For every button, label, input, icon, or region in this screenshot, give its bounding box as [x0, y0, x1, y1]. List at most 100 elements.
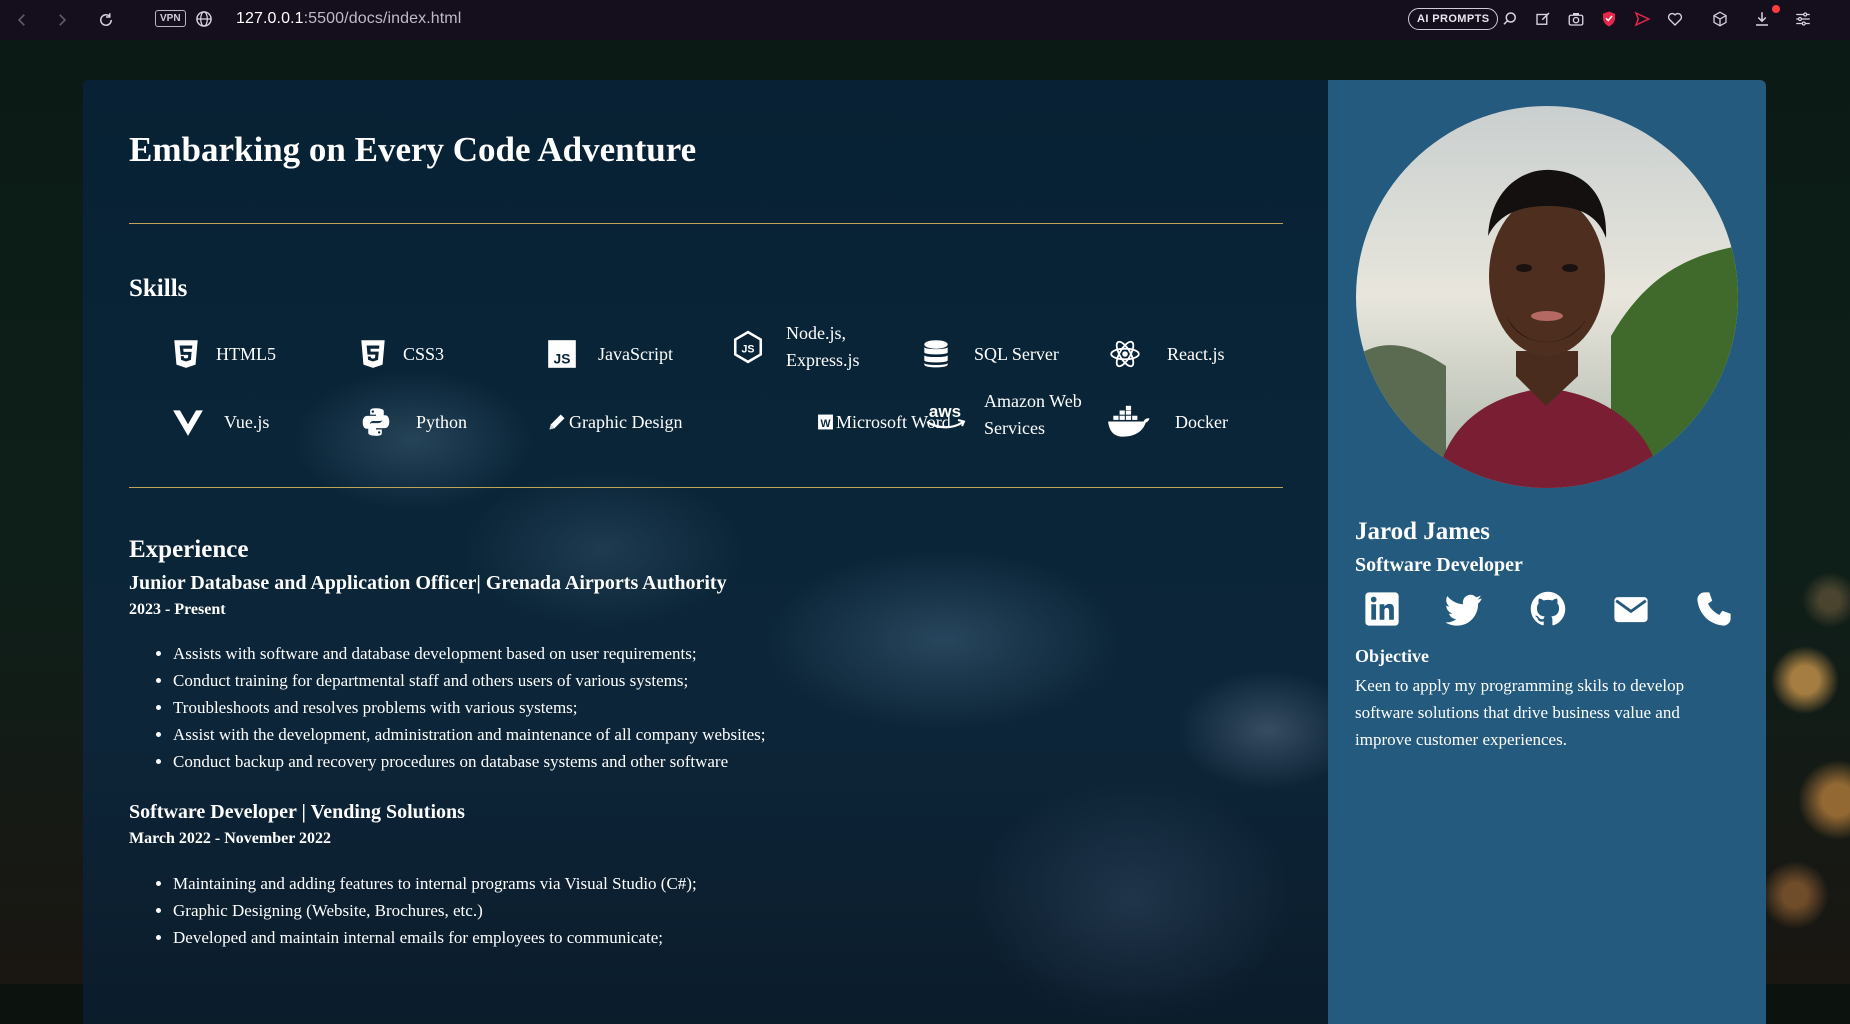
- skill-label: CSS3: [403, 343, 445, 364]
- main-column: Embarking on Every Code Adventure Skills…: [83, 80, 1328, 1024]
- skill-docker: Docker: [1105, 402, 1228, 442]
- job-duties: Assists with software and database devel…: [129, 640, 766, 775]
- skill-label: Vue.js: [224, 411, 270, 432]
- phone-icon: [1697, 592, 1731, 626]
- docker-icon: [1105, 402, 1153, 442]
- back-button[interactable]: [10, 8, 34, 32]
- word-icon: W: [816, 402, 834, 442]
- experience-heading: Experience: [129, 536, 249, 563]
- skill-label: Graphic Design: [569, 411, 683, 432]
- github-icon: [1530, 591, 1566, 626]
- react-icon: [1105, 334, 1145, 374]
- profile-name: Jarod James: [1355, 518, 1490, 545]
- objective-text: Keen to apply my programming skils to de…: [1355, 676, 1685, 749]
- edit-icon: [1536, 12, 1550, 25]
- browser-toolbar: VPN 127.0.0.1:5500/docs/index.html AI PR…: [0, 0, 1850, 40]
- list-item: Developed and maintain internal emails f…: [173, 924, 697, 951]
- skill-label-line1: Node.js,: [786, 323, 846, 343]
- shield-icon: [1603, 11, 1615, 27]
- skill-html5: HTML5: [166, 334, 276, 374]
- settings-button[interactable]: [1791, 7, 1815, 31]
- email-icon: [1614, 597, 1648, 623]
- job-title: Junior Database and Application Officer|…: [129, 572, 727, 594]
- css3-icon: [353, 334, 393, 374]
- list-item: Graphic Designing (Website, Brochures, e…: [173, 897, 697, 924]
- skill-react: React.js: [1105, 334, 1224, 374]
- page-background: Embarking on Every Code Adventure Skills…: [0, 40, 1850, 1024]
- list-item: Troubleshoots and resolves problems with…: [173, 694, 766, 721]
- favorites-button[interactable]: [1663, 7, 1687, 31]
- extensions-button[interactable]: [1708, 7, 1732, 31]
- camera-icon: [1568, 13, 1584, 26]
- vue-icon: [168, 402, 208, 442]
- linkedin-icon: [1365, 592, 1399, 626]
- profile-sidebar: Jarod James Software Developer Objective…: [1328, 80, 1766, 1024]
- svg-text:aws: aws: [929, 402, 961, 421]
- resume-card: Embarking on Every Code Adventure Skills…: [83, 80, 1766, 1024]
- reload-button[interactable]: [94, 8, 118, 32]
- divider: [129, 223, 1283, 224]
- skill-label: JavaScript: [598, 343, 673, 364]
- job-duties: Maintaining and adding features to inter…: [129, 870, 697, 951]
- sliders-icon: [1796, 12, 1810, 26]
- svg-text:W: W: [820, 418, 830, 430]
- forward-arrow-icon: [59, 14, 67, 26]
- shield-button[interactable]: [1597, 7, 1621, 31]
- profile-role: Software Developer: [1355, 554, 1523, 576]
- globe-icon[interactable]: [194, 9, 214, 29]
- skill-nodejs: JS Node.js, Express.js: [728, 320, 860, 374]
- skill-label: React.js: [1167, 343, 1225, 364]
- skills-heading: Skills: [129, 275, 188, 302]
- javascript-icon: JS: [542, 334, 582, 374]
- downloads-button[interactable]: [1750, 7, 1774, 31]
- skill-aws: aws Amazon Web Services: [920, 388, 1082, 442]
- profile-photo: [1356, 106, 1738, 488]
- html5-icon: [166, 334, 206, 374]
- list-item: Assists with software and database devel…: [173, 640, 766, 667]
- back-arrow-icon: [17, 14, 25, 26]
- search-icon: [1503, 12, 1516, 25]
- skill-label-line2: Express.js: [786, 350, 860, 370]
- heart-icon: [1667, 12, 1683, 26]
- download-icon: [1756, 12, 1768, 26]
- python-icon: [356, 402, 396, 442]
- list-item: Conduct backup and recovery procedures o…: [173, 748, 766, 775]
- twitter-link[interactable]: [1441, 585, 1489, 633]
- list-item: Conduct training for departmental staff …: [173, 667, 766, 694]
- skill-label: SQL Server: [974, 343, 1059, 364]
- vpn-badge[interactable]: VPN: [155, 10, 186, 27]
- send-button[interactable]: [1630, 7, 1654, 31]
- send-icon: [1634, 11, 1651, 27]
- notification-dot: [1772, 5, 1780, 13]
- page-title: Embarking on Every Code Adventure: [129, 130, 697, 169]
- linkedin-link[interactable]: [1358, 585, 1406, 633]
- address-bar[interactable]: 127.0.0.1:5500/docs/index.html: [236, 10, 461, 28]
- screenshot-button[interactable]: [1564, 7, 1588, 31]
- reload-icon: [100, 13, 112, 26]
- list-item: Assist with the development, administrat…: [173, 721, 766, 748]
- skill-sql-server: SQL Server: [916, 334, 1059, 374]
- svg-text:JS: JS: [742, 343, 755, 355]
- url-host: 127.0.0.1: [236, 10, 304, 27]
- job-dates: 2023 - Present: [129, 601, 226, 618]
- email-link[interactable]: [1607, 585, 1655, 633]
- skill-graphic-design: Graphic Design: [547, 402, 682, 442]
- ai-prompts-button[interactable]: AI PROMPTS: [1408, 8, 1499, 30]
- aws-icon: aws: [920, 395, 970, 435]
- github-link[interactable]: [1524, 585, 1572, 633]
- skill-label: Docker: [1175, 411, 1228, 432]
- pencil-icon: [547, 402, 567, 442]
- search-tool-button[interactable]: [1498, 7, 1522, 31]
- job-title: Software Developer | Vending Solutions: [129, 801, 465, 823]
- skill-python: Python: [356, 402, 467, 442]
- forward-button[interactable]: [50, 8, 74, 32]
- nodejs-icon: JS: [728, 327, 768, 367]
- skill-vue: Vue.js: [168, 402, 269, 442]
- edit-tool-button[interactable]: [1531, 7, 1555, 31]
- phone-link[interactable]: [1690, 585, 1738, 633]
- objective-heading: Objective: [1355, 646, 1429, 666]
- skill-label: Amazon Web Services: [984, 388, 1082, 442]
- divider: [129, 487, 1283, 488]
- skill-label-line2: Services: [984, 418, 1045, 438]
- url-path: :5500/docs/index.html: [303, 10, 462, 27]
